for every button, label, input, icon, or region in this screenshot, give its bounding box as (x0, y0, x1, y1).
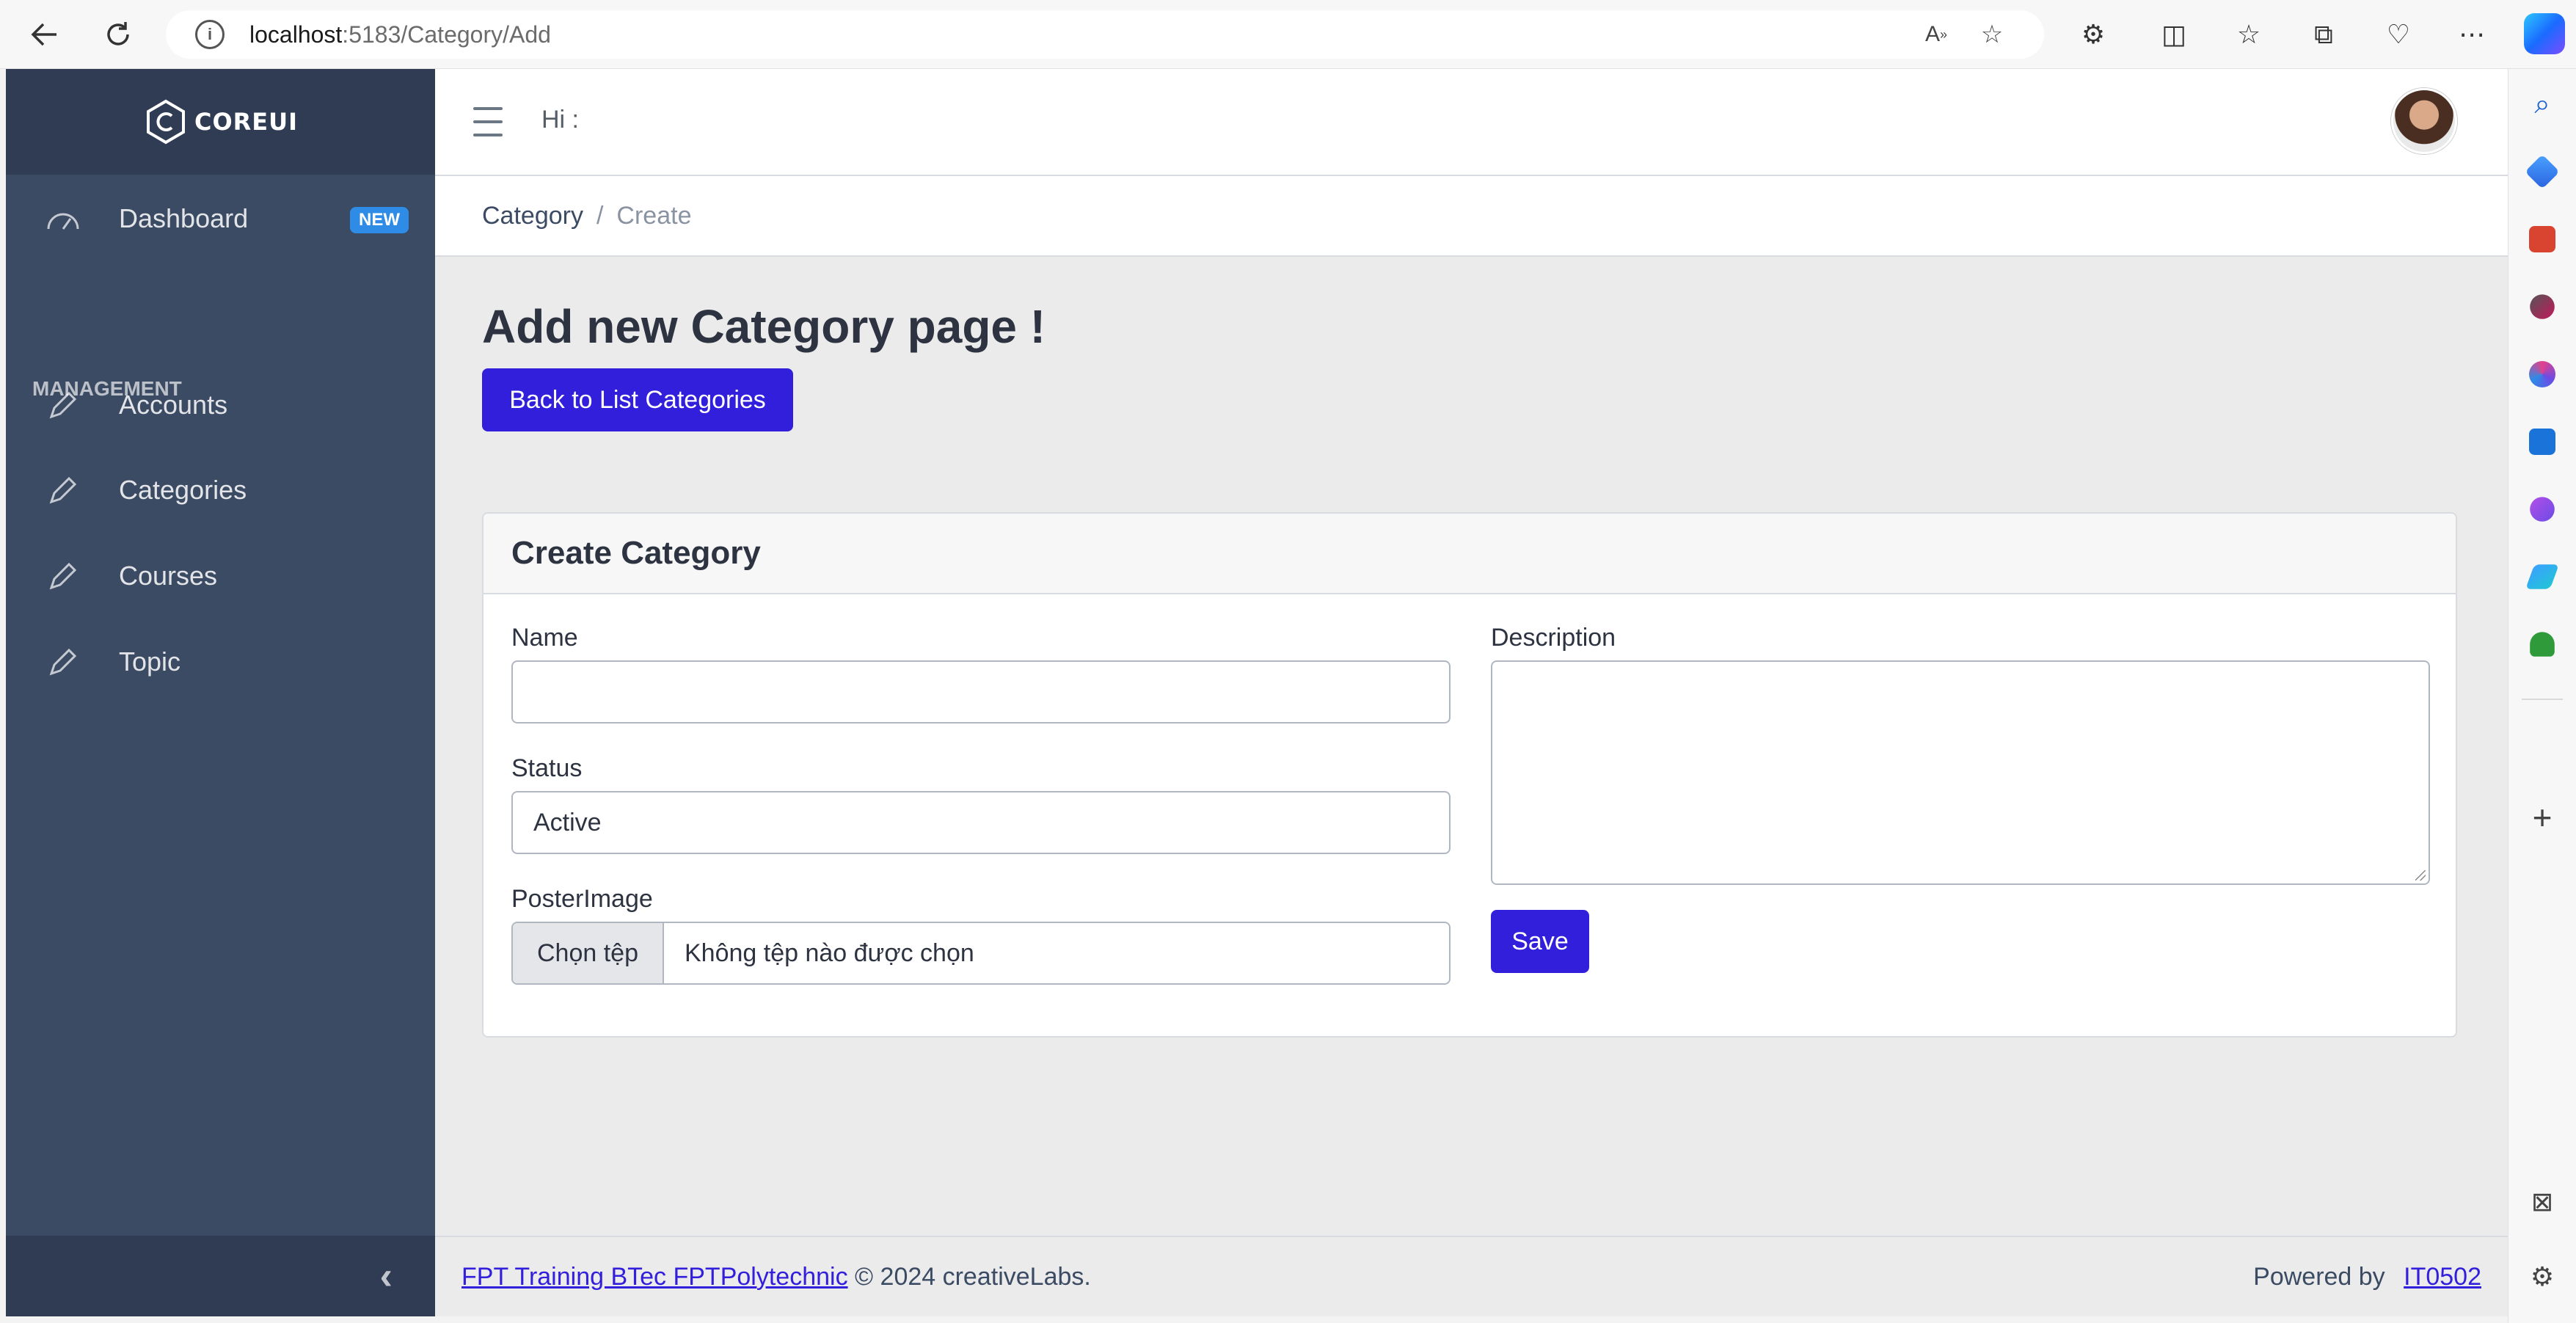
browser-essentials-icon[interactable]: ♡ (2380, 16, 2417, 53)
name-input[interactable] (511, 660, 1451, 724)
edge-sidebar: ⌕ + ⊠ ⚙ (2508, 69, 2576, 1323)
sidebar-item-label: Courses (119, 561, 218, 591)
brand-name: COREUI (194, 108, 299, 136)
poster-image-file-input[interactable]: Chọn tệp Không tệp nào được chọn (511, 922, 1451, 985)
sidebar-item-label: Categories (119, 475, 247, 505)
sidebar-item-courses[interactable]: Courses (6, 539, 435, 613)
url-text[interactable]: localhost:5183/Category/Add (249, 21, 551, 48)
save-button[interactable]: Save (1491, 910, 1589, 973)
powered-by-text: Powered by (2253, 1262, 2385, 1291)
search-icon[interactable]: ⌕ (2525, 87, 2560, 122)
browser-toolbar: i localhost:5183/Category/Add A» ☆ ⚙ ◫ ☆… (0, 0, 2576, 69)
send-icon[interactable] (2525, 564, 2559, 589)
pencil-icon (41, 554, 85, 598)
favorites-icon[interactable]: ☆ (2230, 16, 2267, 53)
footer: FPT Training BTec FPTPolytechnic © 2024 … (435, 1236, 2508, 1316)
sidebar-item-accounts[interactable]: Accounts (6, 368, 435, 442)
user-greeting: Hi : (541, 106, 579, 134)
tools-icon[interactable] (2529, 226, 2555, 252)
sidebar-item-categories[interactable]: Categories (6, 453, 435, 527)
site-info-icon[interactable]: i (195, 20, 225, 49)
description-label: Description (1491, 624, 1616, 652)
chevron-left-icon: ‹ (379, 1255, 393, 1297)
designer-icon[interactable] (2530, 497, 2555, 522)
sidebar: COREUI Dashboard NEW MANAGEMENT Accounts… (6, 69, 435, 1316)
copyright-text: © 2024 creativeLabs. (855, 1262, 1091, 1291)
breadcrumb-item-category[interactable]: Category (482, 202, 583, 230)
breadcrumb-separator: / (596, 201, 604, 230)
coreui-logo-icon (146, 99, 185, 145)
pencil-icon (41, 383, 85, 427)
outlook-icon[interactable] (2529, 429, 2555, 455)
copilot-icon[interactable] (2524, 13, 2565, 54)
resize-grip-icon[interactable] (2415, 870, 2426, 881)
footer-right: Powered by IT0502 (2253, 1263, 2481, 1291)
fpt-training-link[interactable]: FPT Training BTec FPTPolytechnic (461, 1263, 848, 1291)
header: Hi : (435, 69, 2508, 176)
sidebar-item-label: Dashboard (119, 203, 249, 233)
address-bar[interactable]: i localhost:5183/Category/Add A» ☆ (166, 10, 2044, 59)
sidebar-toggler[interactable]: ‹ (6, 1236, 435, 1316)
description-textarea[interactable] (1491, 660, 2430, 885)
games-icon[interactable] (2530, 294, 2555, 319)
microsoft365-icon[interactable] (2529, 361, 2555, 387)
sidebar-brand[interactable]: COREUI (6, 69, 435, 175)
read-aloud-icon[interactable]: A» (1919, 18, 1953, 51)
split-screen-icon[interactable]: ◫ (2156, 16, 2192, 53)
page-title: Add new Category page ! (482, 300, 1046, 353)
shopping-tag-icon[interactable] (2525, 154, 2560, 189)
avatar[interactable] (2391, 88, 2457, 154)
sidebar-item-label: Accounts (119, 390, 228, 420)
card-title: Create Category (484, 514, 2456, 594)
create-category-card: Create Category Name Status Active Poste… (482, 512, 2457, 1038)
pencil-icon (41, 468, 85, 512)
hamburger-menu-icon[interactable] (473, 107, 503, 136)
tree-icon[interactable] (2530, 632, 2555, 657)
sidebar-item-topic[interactable]: Topic (6, 625, 435, 699)
main-content: Hi : Category / Create Add new Category … (435, 69, 2508, 1316)
back-to-list-button[interactable]: Back to List Categories (482, 368, 793, 431)
status-input[interactable]: Active (511, 791, 1451, 854)
collections-icon[interactable]: ⧉ (2305, 16, 2342, 53)
hide-sidebar-icon[interactable]: ⊠ (2525, 1184, 2560, 1220)
it0502-link[interactable]: IT0502 (2404, 1263, 2481, 1291)
breadcrumb-item-create: Create (616, 201, 692, 230)
footer-left: FPT Training BTec FPTPolytechnic © 2024 … (461, 1263, 1091, 1291)
sidebar-item-dashboard[interactable]: Dashboard NEW (6, 182, 435, 255)
add-icon[interactable]: + (2525, 800, 2560, 835)
extensions-icon[interactable]: ⚙ (2075, 16, 2112, 53)
choose-file-button[interactable]: Chọn tệp (513, 923, 664, 983)
settings-gear-icon[interactable]: ⚙ (2525, 1259, 2560, 1294)
side-divider (2522, 699, 2563, 700)
back-arrow-icon[interactable] (25, 15, 65, 54)
poster-image-label: PosterImage (511, 885, 653, 913)
status-label: Status (511, 754, 583, 782)
breadcrumb: Category / Create (435, 176, 2508, 257)
pencil-icon (41, 640, 85, 684)
favorite-star-icon[interactable]: ☆ (1975, 18, 2009, 51)
speedometer-icon (41, 197, 85, 241)
new-badge: NEW (350, 207, 409, 233)
name-label: Name (511, 624, 578, 652)
sidebar-item-label: Topic (119, 646, 181, 677)
more-menu-icon[interactable]: ⋯ (2453, 16, 2490, 53)
refresh-icon[interactable] (98, 15, 138, 54)
file-status-text: Không tệp nào được chọn (685, 939, 974, 967)
